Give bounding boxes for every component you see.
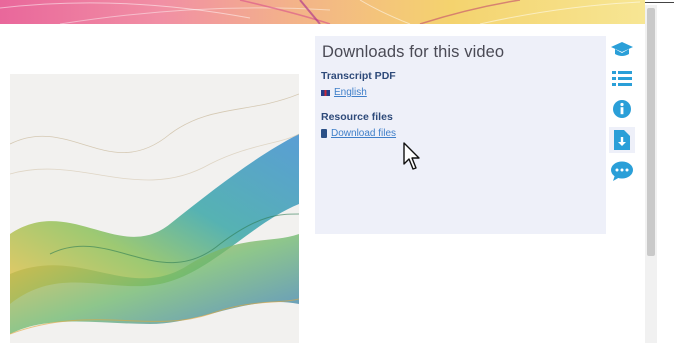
- video-thumbnail[interactable]: [10, 74, 299, 343]
- file-download-icon[interactable]: [609, 127, 635, 153]
- chat-bubble-icon[interactable]: [609, 158, 635, 184]
- transcript-english-label[interactable]: English: [334, 87, 367, 98]
- downloads-panel: Downloads for this video Transcript PDF …: [315, 36, 606, 234]
- panel-title: Downloads for this video: [322, 43, 505, 61]
- transcript-english-link[interactable]: English: [321, 87, 367, 98]
- transcript-heading: Transcript PDF: [321, 70, 396, 82]
- file-icon: [321, 129, 327, 138]
- download-files-link[interactable]: Download files: [321, 128, 396, 139]
- graduation-cap-icon[interactable]: [609, 36, 635, 62]
- resource-heading: Resource files: [321, 111, 393, 123]
- scrollbar-thumb[interactable]: [647, 8, 655, 256]
- mouse-cursor-icon: [403, 142, 423, 177]
- info-icon[interactable]: [609, 96, 635, 122]
- top-divider: [645, 2, 674, 3]
- header-banner: [0, 0, 645, 24]
- list-icon[interactable]: [609, 65, 635, 91]
- uk-flag-icon: [321, 89, 330, 96]
- download-files-label[interactable]: Download files: [331, 128, 396, 139]
